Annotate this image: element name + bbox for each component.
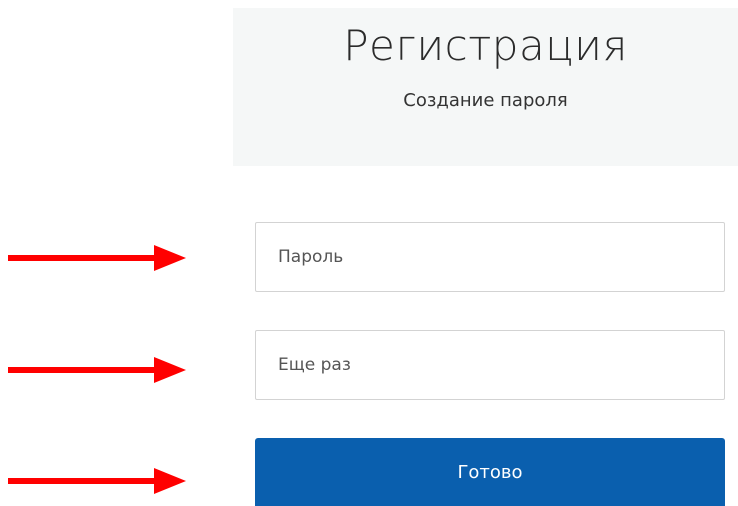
right-arrow-icon <box>8 245 186 271</box>
password-input[interactable] <box>255 222 725 292</box>
right-arrow-icon <box>8 468 186 494</box>
page-subtitle: Создание пароля <box>403 90 568 111</box>
registration-header: Регистрация Создание пароля <box>233 8 738 166</box>
page-title: Регистрация <box>343 21 628 70</box>
right-arrow-icon <box>8 357 186 383</box>
password-repeat-input[interactable] <box>255 330 725 400</box>
submit-button[interactable]: Готово <box>255 438 725 506</box>
